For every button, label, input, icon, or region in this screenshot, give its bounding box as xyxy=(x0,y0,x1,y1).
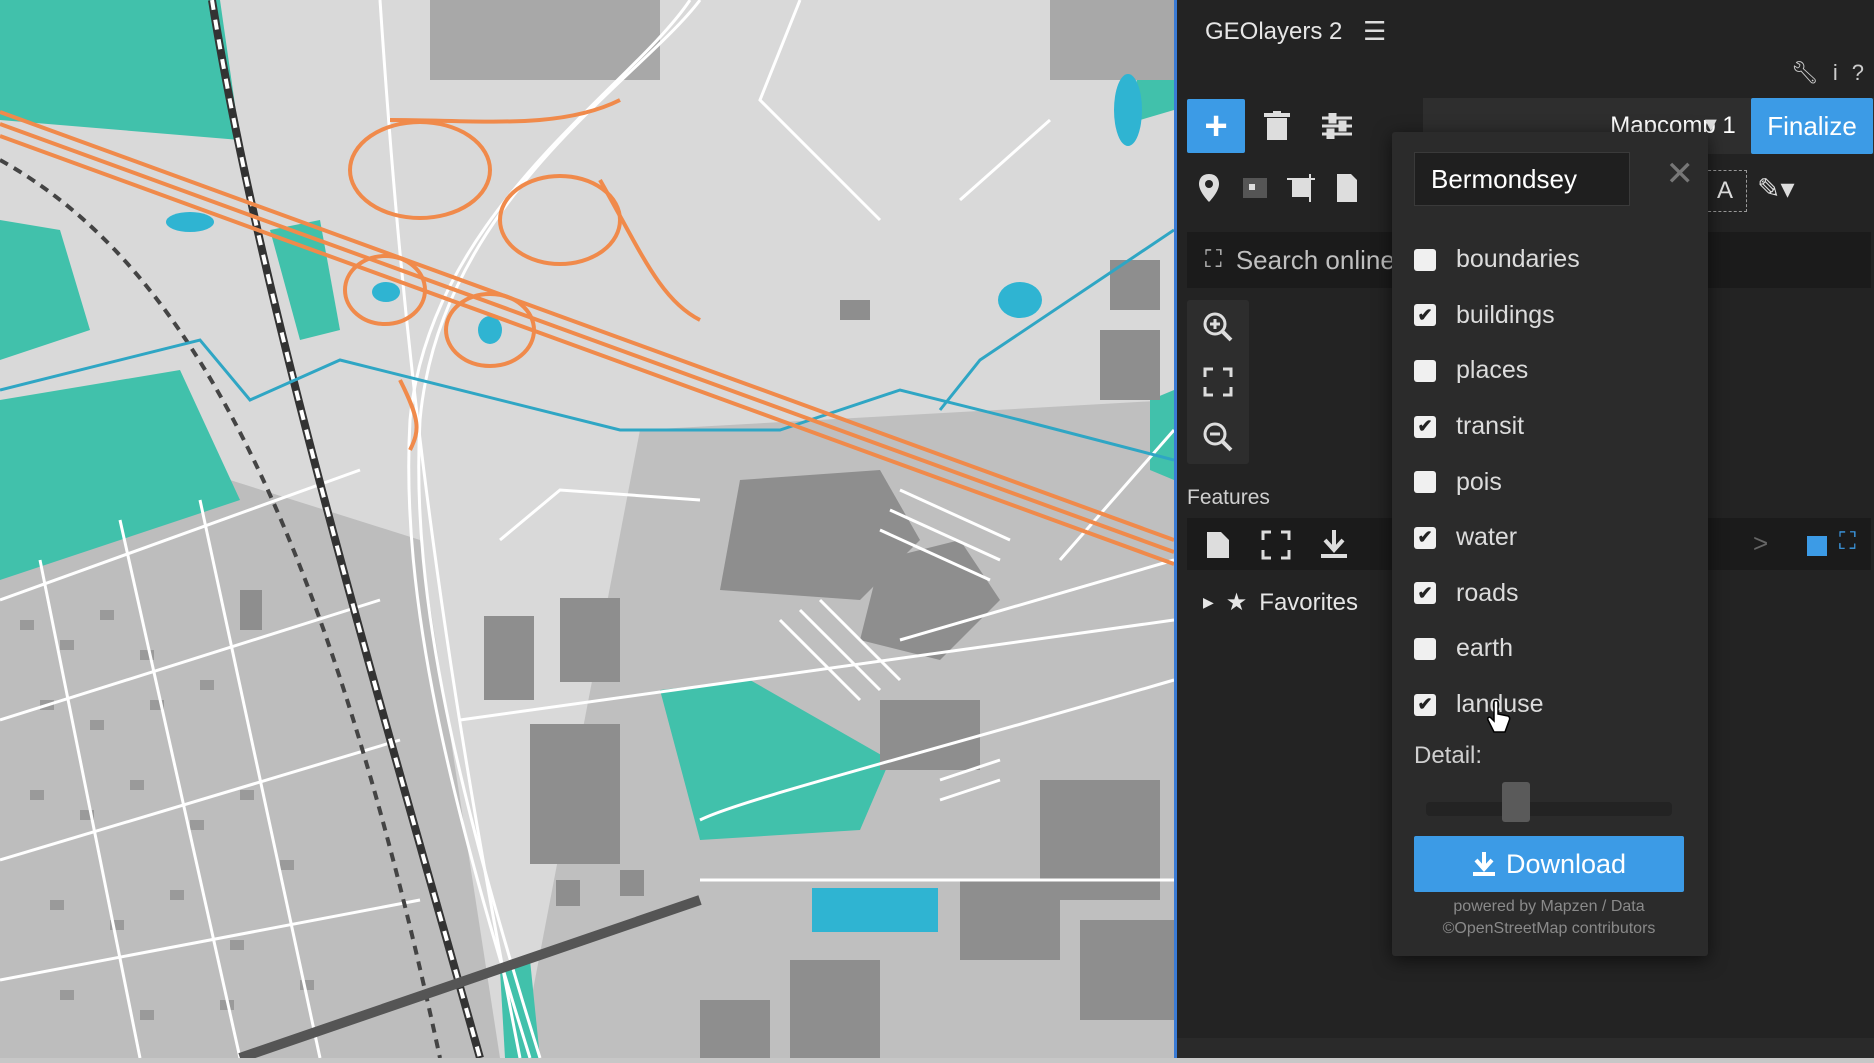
layer-label: roads xyxy=(1456,578,1519,607)
mapzen-layers-popup: ✕ boundaries ✔ buildings places ✔ transit … xyxy=(1392,132,1708,956)
attribution-line-1: powered by Mapzen / Data xyxy=(1453,898,1645,915)
layer-earth[interactable]: earth xyxy=(1414,621,1580,677)
layer-water[interactable]: ✔ water xyxy=(1414,510,1580,566)
trash-icon xyxy=(1264,111,1290,140)
zoom-out-icon[interactable] xyxy=(1203,422,1233,452)
utility-icons: 🔧︎ i ? xyxy=(1791,60,1864,86)
map-canvas[interactable] xyxy=(0,0,1176,1063)
layer-boundaries[interactable]: boundaries xyxy=(1414,232,1580,288)
panel-footer xyxy=(1177,1038,1874,1058)
tools-row xyxy=(1193,172,1363,204)
layer-roads[interactable]: ✔ roads xyxy=(1414,566,1580,622)
close-icon[interactable]: ✕ xyxy=(1666,154,1695,194)
sliders-icon xyxy=(1322,113,1352,139)
layer-label: transit xyxy=(1456,412,1525,441)
detail-slider-thumb[interactable] xyxy=(1502,782,1530,822)
download-icon[interactable] xyxy=(1319,528,1349,560)
mouse-cursor-icon xyxy=(1487,700,1511,733)
checkbox-checked-icon[interactable]: ✔ xyxy=(1414,526,1436,549)
features-label: Features xyxy=(1187,486,1270,509)
expand-icon: ⛶ xyxy=(1205,246,1222,273)
checkbox-checked-icon[interactable]: ✔ xyxy=(1414,693,1436,716)
app-title: GEOlayers 2 xyxy=(1205,18,1343,45)
text-tool-icon[interactable]: A xyxy=(1703,170,1747,212)
download-button[interactable]: Download xyxy=(1414,836,1684,892)
pin-icon[interactable] xyxy=(1193,172,1225,204)
layer-buildings[interactable]: ✔ buildings xyxy=(1414,288,1580,344)
download-label: Download xyxy=(1505,848,1627,879)
fullscreen-icon[interactable]: ⛶ xyxy=(1839,528,1856,556)
fit-extent-icon[interactable] xyxy=(1203,367,1233,397)
park-area xyxy=(0,0,240,140)
wrench-icon[interactable]: 🔧︎ xyxy=(1791,60,1819,86)
next-arrow-icon[interactable]: > xyxy=(1753,528,1768,559)
file-icon[interactable] xyxy=(1331,172,1363,204)
search-placeholder: Search online xyxy=(1235,244,1395,275)
checkbox-icon[interactable] xyxy=(1414,359,1436,382)
favorites-label: Favorites xyxy=(1259,588,1358,616)
settings-button[interactable] xyxy=(1317,106,1357,146)
star-icon: ★ xyxy=(1225,589,1248,616)
plus-icon: + xyxy=(1204,103,1228,148)
zoom-controls xyxy=(1187,300,1249,464)
expand-arrow-icon: ▶ xyxy=(1203,594,1214,610)
location-input[interactable] xyxy=(1414,152,1630,206)
layer-label: places xyxy=(1456,356,1529,385)
layer-checklist: boundaries ✔ buildings places ✔ transit po… xyxy=(1414,232,1580,732)
detail-label: Detail: xyxy=(1414,742,1483,769)
checkbox-icon[interactable] xyxy=(1414,637,1436,660)
attribution-line-2: ©OpenStreetMap contributors xyxy=(1442,920,1656,937)
color-swatch-icon[interactable] xyxy=(1807,536,1827,556)
finalize-button[interactable]: Finalize xyxy=(1751,98,1873,154)
layer-pois[interactable]: pois xyxy=(1414,454,1580,510)
tile-icon[interactable] xyxy=(1239,172,1271,204)
crop-icon[interactable] xyxy=(1285,172,1317,204)
zoom-in-icon[interactable] xyxy=(1203,312,1233,342)
layer-label: pois xyxy=(1456,467,1502,496)
layer-places[interactable]: places xyxy=(1414,343,1580,399)
info-icon[interactable]: i xyxy=(1833,60,1838,86)
new-file-icon[interactable] xyxy=(1205,530,1231,560)
checkbox-icon[interactable] xyxy=(1414,248,1436,271)
checkbox-checked-icon[interactable]: ✔ xyxy=(1414,304,1436,327)
favorites-item[interactable]: ▶ ★ Favorites xyxy=(1203,588,1358,617)
layer-label: water xyxy=(1456,523,1518,552)
layer-label: buildings xyxy=(1456,300,1555,329)
layer-label: earth xyxy=(1456,634,1513,663)
checkbox-icon[interactable] xyxy=(1414,471,1436,494)
pencil-icon[interactable]: ✎▾ xyxy=(1757,172,1795,205)
delete-button[interactable] xyxy=(1257,106,1297,146)
detail-slider[interactable] xyxy=(1426,782,1672,822)
fit-features-icon[interactable] xyxy=(1261,530,1291,560)
map-svg xyxy=(0,0,1176,1063)
checkbox-checked-icon[interactable]: ✔ xyxy=(1414,582,1436,605)
layer-transit[interactable]: ✔ transit xyxy=(1414,399,1580,455)
layer-label: boundaries xyxy=(1456,245,1580,274)
attribution: powered by Mapzen / Data ©OpenStreetMap … xyxy=(1414,896,1684,940)
hamburger-icon[interactable]: ☰ xyxy=(1363,16,1386,47)
download-icon xyxy=(1472,852,1495,876)
add-button[interactable]: + xyxy=(1187,99,1245,153)
help-icon[interactable]: ? xyxy=(1852,60,1864,86)
checkbox-checked-icon[interactable]: ✔ xyxy=(1414,415,1436,438)
